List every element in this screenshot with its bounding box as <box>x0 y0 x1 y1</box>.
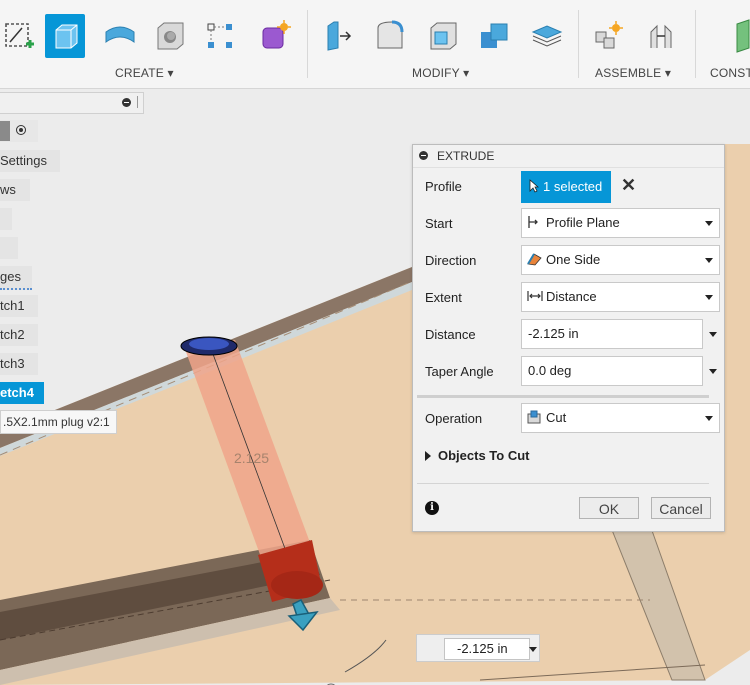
construct-menu[interactable]: CONST <box>710 66 750 80</box>
browser-sketch-item[interactable]: tch2 <box>0 324 38 346</box>
toolbar: CREATE ▾ MODIFY ▾ ASSEMBLE ▾ CONST <box>0 0 750 89</box>
browser-sketch-item[interactable]: tch1 <box>0 295 38 317</box>
cut-icon <box>527 410 541 424</box>
footer-divider <box>417 483 709 484</box>
create-form-icon[interactable] <box>255 14 295 58</box>
one-side-icon <box>527 253 542 266</box>
distance-row: Distance -2.125 in <box>425 319 717 351</box>
browser-item[interactable]: ws <box>0 179 30 201</box>
extrude-icon[interactable] <box>45 14 85 58</box>
profile-row: Profile 1 selected ✕ <box>425 171 715 203</box>
offset-plane-icon[interactable] <box>725 14 750 58</box>
distance-label: Distance <box>425 327 476 342</box>
direction-label: Direction <box>425 253 477 268</box>
section-divider <box>417 395 709 398</box>
extent-value: Distance <box>546 289 597 304</box>
component-swatch <box>0 121 10 141</box>
taper-angle-label: Taper Angle <box>425 364 494 379</box>
distance-input[interactable]: -2.125 in <box>521 319 703 349</box>
start-row: Start Profile Plane <box>425 208 720 240</box>
direction-value: One Side <box>546 252 601 267</box>
operation-value: Cut <box>546 410 567 425</box>
browser-sketch-item[interactable]: tch3 <box>0 353 38 375</box>
start-label: Start <box>425 216 453 231</box>
distance-options-chevron-icon[interactable] <box>709 332 717 337</box>
toolbar-divider <box>307 10 308 78</box>
direction-row: Direction One Side <box>425 245 720 277</box>
cut-cylinder-end <box>271 571 323 599</box>
collapse-icon[interactable] <box>122 98 131 107</box>
taper-options-chevron-icon[interactable] <box>709 369 717 374</box>
browser-header <box>0 92 144 114</box>
toolbar-divider <box>578 10 579 78</box>
hole-icon[interactable] <box>150 14 190 58</box>
extent-row: Extent Distance <box>425 282 720 314</box>
extrude-dialog: EXTRUDE Profile 1 selected ✕ Start Profi… <box>412 144 725 532</box>
canvas-distance-input[interactable]: -2.125 in <box>444 638 530 660</box>
clear-selection-icon[interactable]: ✕ <box>621 175 636 196</box>
profile-label: Profile <box>425 179 462 194</box>
press-pull-icon[interactable] <box>318 14 358 58</box>
modify-menu[interactable]: MODIFY ▾ <box>412 66 469 80</box>
taper-row: Taper Angle 0.0 deg <box>425 356 717 388</box>
operation-select[interactable]: Cut <box>521 403 720 433</box>
profile-selection-button[interactable]: 1 selected <box>521 171 611 203</box>
offset-faces-icon[interactable] <box>527 14 567 58</box>
panel-grip[interactable] <box>137 96 138 108</box>
ok-button[interactable]: OK <box>579 497 639 519</box>
chevron-down-icon <box>705 295 713 300</box>
pointer-icon <box>529 179 540 193</box>
component-tooltip: .5X2.1mm plug v2:1 <box>0 410 117 434</box>
operation-row: Operation Cut <box>425 403 720 435</box>
start-select[interactable]: Profile Plane <box>521 208 720 238</box>
operation-label: Operation <box>425 411 483 426</box>
revolve-icon[interactable] <box>100 14 140 58</box>
dimension-label: 2.125 <box>234 450 270 466</box>
joint-icon[interactable] <box>641 14 681 58</box>
browser-item[interactable] <box>0 208 12 230</box>
extent-select[interactable]: Distance <box>521 282 720 312</box>
profile-selection-count: 1 selected <box>543 179 603 194</box>
browser-item[interactable]: Settings <box>0 150 60 172</box>
taper-angle-input[interactable]: 0.0 deg <box>521 356 703 386</box>
browser-sketch-item-selected[interactable]: etch4 <box>0 382 44 404</box>
shell-icon[interactable] <box>423 14 463 58</box>
extent-label: Extent <box>425 290 462 305</box>
create-menu[interactable]: CREATE ▾ <box>115 66 174 80</box>
dialog-header: EXTRUDE <box>413 145 724 168</box>
workspace-tabs <box>0 0 750 4</box>
objects-to-cut-toggle[interactable]: Objects To Cut <box>425 448 529 463</box>
create-sketch-icon[interactable] <box>0 14 40 58</box>
pattern-icon[interactable] <box>200 14 240 58</box>
start-value: Profile Plane <box>546 215 620 230</box>
chevron-down-icon[interactable] <box>529 647 537 652</box>
profile-plane-icon <box>528 216 538 228</box>
assemble-menu[interactable]: ASSEMBLE ▾ <box>595 66 671 80</box>
browser-item[interactable]: ges <box>0 266 32 290</box>
direction-select[interactable]: One Side <box>521 245 720 275</box>
info-icon[interactable]: i <box>425 501 439 515</box>
objects-to-cut-label: Objects To Cut <box>438 448 530 463</box>
toolbar-divider <box>695 10 696 78</box>
distance-icon <box>527 291 543 301</box>
canvas-distance-input-box: -2.125 in <box>416 634 540 662</box>
new-component-icon[interactable] <box>588 14 628 58</box>
cancel-button[interactable]: Cancel <box>651 497 711 519</box>
fillet-icon[interactable] <box>370 14 410 58</box>
combine-icon[interactable] <box>475 14 515 58</box>
dialog-title: EXTRUDE <box>437 149 495 163</box>
browser-root-row[interactable] <box>0 120 38 142</box>
chevron-down-icon <box>705 221 713 226</box>
browser-item[interactable] <box>0 237 18 259</box>
collapse-dialog-icon[interactable] <box>419 151 428 160</box>
expand-triangle-icon <box>425 451 431 461</box>
chevron-down-icon <box>705 416 713 421</box>
chevron-down-icon <box>705 258 713 263</box>
selected-profile-inner <box>189 338 229 350</box>
